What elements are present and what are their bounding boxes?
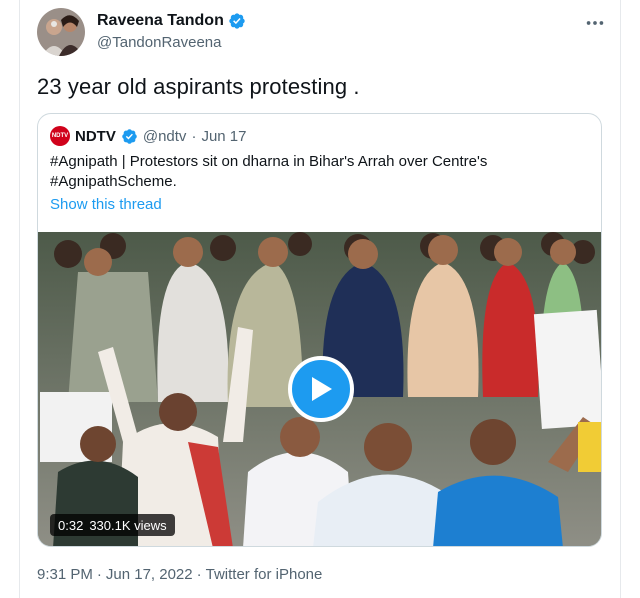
video-stats-badge: 0:32 330.1K views: [50, 514, 175, 536]
author-name[interactable]: Raveena Tandon: [97, 12, 224, 30]
verified-badge-icon: [122, 128, 137, 144]
separator-dot: ·: [191, 127, 197, 145]
tweet-card: Raveena Tandon @TandonRaveena 23 year ol…: [19, 0, 621, 598]
tweet-text: 23 year old aspirants protesting .: [37, 74, 360, 99]
avatar[interactable]: [37, 8, 85, 56]
author-handle[interactable]: @TandonRaveena: [97, 34, 221, 51]
tweet-time[interactable]: 9:31 PM: [37, 566, 93, 583]
tweet-metadata: 9:31 PM · Jun 17, 2022 · Twitter for iPh…: [37, 566, 322, 583]
play-icon: [312, 377, 332, 401]
separator-dot: ·: [96, 566, 102, 583]
separator-dot: ·: [196, 566, 202, 583]
ndtv-logo-icon[interactable]: NDTV: [50, 126, 70, 146]
verified-badge-icon: [229, 13, 245, 29]
quoted-author-name[interactable]: NDTV: [75, 128, 116, 145]
quoted-date[interactable]: Jun 17: [201, 128, 246, 145]
play-button[interactable]: [288, 356, 354, 422]
quoted-tweet[interactable]: NDTV NDTV @ndtv · Jun 17 #Agnipath | Pro…: [37, 113, 602, 547]
quoted-text: #Agnipath | Protestors sit on dharna in …: [50, 153, 488, 190]
video-thumbnail[interactable]: 0:32 330.1K views: [38, 232, 601, 546]
quoted-author-handle[interactable]: @ndtv: [143, 128, 187, 145]
video-duration: 0:32: [58, 517, 84, 533]
tweet-date[interactable]: Jun 17, 2022: [106, 566, 193, 583]
video-views: 330.1K views: [89, 517, 167, 533]
ndtv-logo-text: NDTV: [51, 133, 69, 139]
more-options-icon[interactable]: [584, 12, 606, 34]
show-thread-link[interactable]: Show this thread: [50, 196, 162, 213]
tweet-source[interactable]: Twitter for iPhone: [206, 566, 323, 583]
